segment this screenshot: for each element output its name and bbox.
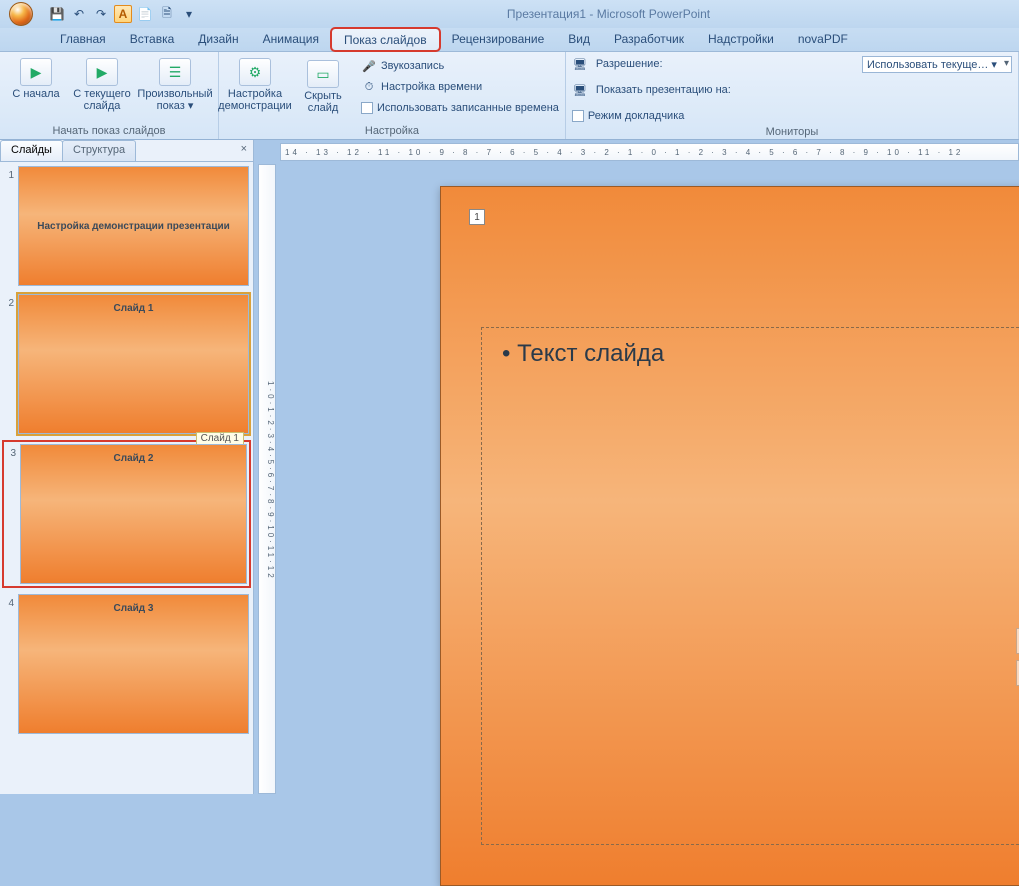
play-icon: ▶ xyxy=(20,58,52,86)
edit-area: 14 · 13 · 12 · 11 · 10 · 9 · 8 · 7 · 6 ·… xyxy=(254,140,1019,794)
page-number-box: 1 xyxy=(469,209,485,225)
qat-doc-icon[interactable]: 📄 xyxy=(136,5,154,23)
mic-icon: 🎤 xyxy=(361,58,377,74)
group-setup: ⚙ Настройка демонстрации ▭ Скрыть слайд … xyxy=(219,52,566,139)
monitor-icon: 🖥 xyxy=(572,56,588,72)
resolution-label: Разрешение: xyxy=(596,58,663,70)
slide-thumbnail[interactable]: Слайд 3 xyxy=(18,594,249,734)
ribbon: ▶ С начала ▶ С текущего слайда ☰ Произво… xyxy=(0,52,1019,140)
slide-number: 1 xyxy=(4,166,14,286)
slides-panel: Слайды Структура × 1 Настройка демонстра… xyxy=(0,140,254,794)
slide-thumbnail[interactable]: Слайд 2 xyxy=(20,444,247,584)
slide-number: 2 xyxy=(4,294,14,434)
checkbox-icon xyxy=(572,110,584,122)
panel-tab-slides[interactable]: Слайды xyxy=(0,140,63,161)
hide-slide-button[interactable]: ▭ Скрыть слайд xyxy=(293,56,353,114)
tab-review[interactable]: Рецензирование xyxy=(440,28,557,51)
use-timings-checkbox[interactable]: Использовать записанные времена xyxy=(361,98,559,118)
tab-view[interactable]: Вид xyxy=(556,28,602,51)
thumbnail-row[interactable]: 2 Слайд 1 Слайд 1 xyxy=(4,294,249,434)
custom-show-icon: ☰ xyxy=(159,58,191,86)
tab-addins[interactable]: Надстройки xyxy=(696,28,786,51)
group-start-label: Начать показ слайдов xyxy=(52,125,165,139)
bullet-text[interactable]: Текст слайда xyxy=(502,340,1019,368)
tab-design[interactable]: Дизайн xyxy=(186,28,250,51)
save-icon[interactable]: 💾 xyxy=(48,5,66,23)
setup-icon: ⚙ xyxy=(239,58,271,86)
group-monitors: 🖥 Разрешение: Использовать текуще… ▾ 🖥 П… xyxy=(566,52,1019,139)
from-current-button[interactable]: ▶ С текущего слайда xyxy=(72,54,132,112)
tab-developer[interactable]: Разработчик xyxy=(602,28,696,51)
tab-novapdf[interactable]: novaPDF xyxy=(786,28,860,51)
tab-slideshow[interactable]: Показ слайдов xyxy=(331,28,440,51)
resolution-select[interactable]: Использовать текуще… ▾ xyxy=(862,56,1012,73)
office-button[interactable] xyxy=(0,0,42,28)
clock-icon: ⏱ xyxy=(361,79,377,95)
panel-tabs: Слайды Структура × xyxy=(0,140,253,162)
panel-tab-outline[interactable]: Структура xyxy=(62,140,136,161)
window-title: Презентация1 - Microsoft PowerPoint xyxy=(198,7,1019,21)
qat-more-icon[interactable]: ▾ xyxy=(180,5,198,23)
vertical-ruler: 1·0·1·2·3·4·5·6·7·8·9·10·11·12 xyxy=(258,164,276,794)
qat-a-button[interactable]: A xyxy=(114,5,132,23)
tab-home[interactable]: Главная xyxy=(48,28,118,51)
slide-thumbnail[interactable]: Слайд 1 Слайд 1 xyxy=(18,294,249,434)
redo-icon[interactable]: ↷ xyxy=(92,5,110,23)
thumbnail-row[interactable]: 3 Слайд 2 xyxy=(4,442,249,586)
thumbnails-list: 1 Настройка демонстрации презентации 2 С… xyxy=(0,162,253,794)
slide-number: 3 xyxy=(6,444,16,584)
horizontal-ruler: 14 · 13 · 12 · 11 · 10 · 9 · 8 · 7 · 6 ·… xyxy=(280,143,1019,161)
ribbon-tabs: Главная Вставка Дизайн Анимация Показ сл… xyxy=(0,28,1019,52)
thumbnail-row[interactable]: 1 Настройка демонстрации презентации xyxy=(4,166,249,286)
tab-insert[interactable]: Вставка xyxy=(118,28,187,51)
play-current-icon: ▶ xyxy=(86,58,118,86)
hide-slide-icon: ▭ xyxy=(307,60,339,88)
thumbnail-row[interactable]: 4 Слайд 3 xyxy=(4,594,249,734)
rehearse-timings-button[interactable]: ⏱ Настройка времени xyxy=(361,77,559,97)
presenter-view-checkbox[interactable]: Режим докладчика xyxy=(572,106,684,126)
slide-body-placeholder[interactable]: Текст слайда ▦ 📊 ▶ 🖼 👤 🎞 xyxy=(481,327,1019,845)
group-start-slideshow: ▶ С начала ▶ С текущего слайда ☰ Произво… xyxy=(0,52,219,139)
tab-animation[interactable]: Анимация xyxy=(251,28,331,51)
panel-close-button[interactable]: × xyxy=(235,140,253,161)
record-narration-button[interactable]: 🎤 Звукозапись xyxy=(361,56,559,76)
custom-show-button[interactable]: ☰ Произвольный показ ▾ xyxy=(138,54,212,112)
slide-number: 4 xyxy=(4,594,14,734)
quick-access-toolbar: 💾 ↶ ↷ A 📄 🗎 ▾ xyxy=(42,5,198,23)
setup-show-button[interactable]: ⚙ Настройка демонстрации xyxy=(225,54,285,112)
group-monitors-label: Мониторы xyxy=(766,126,819,140)
slide-thumbnail[interactable]: Настройка демонстрации презентации xyxy=(18,166,249,286)
title-bar: 💾 ↶ ↷ A 📄 🗎 ▾ Презентация1 - Microsoft P… xyxy=(0,0,1019,28)
from-beginning-button[interactable]: ▶ С начала xyxy=(6,54,66,100)
qat-new-icon[interactable]: 🗎 xyxy=(158,5,176,23)
checkbox-icon xyxy=(361,102,373,114)
group-setup-label: Настройка xyxy=(365,125,419,139)
slide-canvas[interactable]: 1 Слайд 2 Текст слайда ▦ 📊 ▶ 🖼 👤 🎞 xyxy=(440,186,1019,886)
show-on-label: Показать презентацию на: xyxy=(596,84,731,96)
monitor2-icon: 🖥 xyxy=(572,82,588,98)
undo-icon[interactable]: ↶ xyxy=(70,5,88,23)
slide-title[interactable]: Слайд 2 xyxy=(481,227,1019,275)
workspace: Слайды Структура × 1 Настройка демонстра… xyxy=(0,140,1019,794)
